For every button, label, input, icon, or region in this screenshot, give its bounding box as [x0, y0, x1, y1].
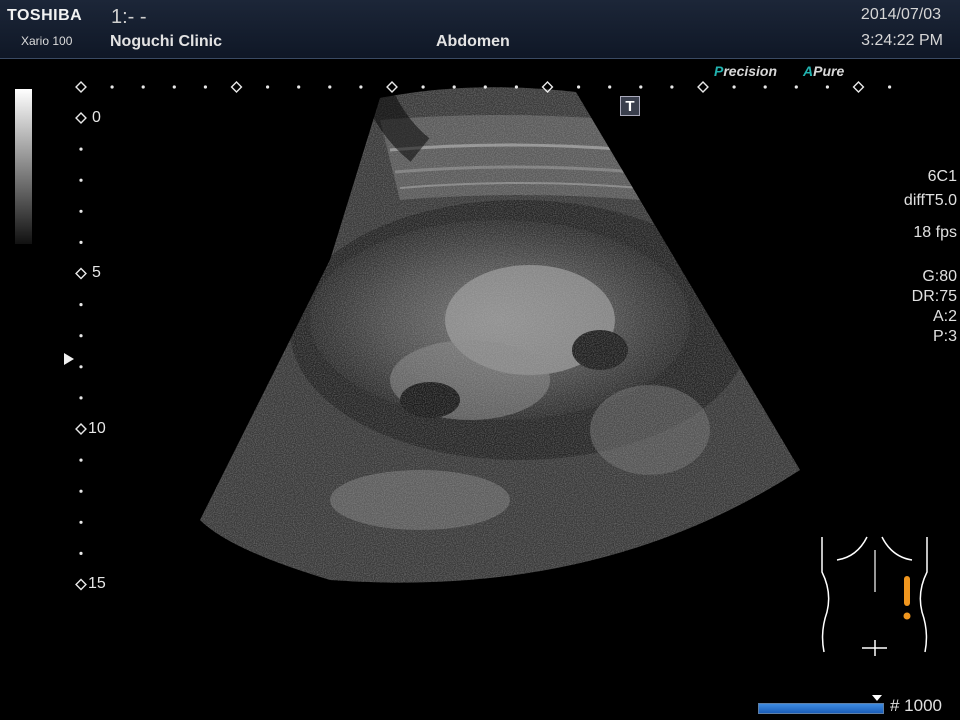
depth-label-15: 15	[88, 575, 106, 592]
probe-name: 6C1	[927, 168, 957, 185]
precision-rest: recision	[723, 63, 778, 79]
cine-position-marker[interactable]	[872, 695, 882, 701]
depth-label-0: 0	[92, 109, 101, 126]
imaging-parameters: 6C1 diffT5.0 18 fps G:80 DR:75 A:2 P:3	[904, 167, 957, 347]
trackball-mode-button[interactable]: T	[620, 96, 640, 116]
frame-counter: # 1000	[890, 696, 942, 715]
probe-position-indicator	[904, 576, 910, 606]
depth-label-5: 5	[92, 264, 101, 281]
abdomen-bodymark-icon	[821, 536, 928, 656]
p-value: P:3	[932, 328, 957, 345]
a-value: A:2	[932, 308, 957, 325]
gain-value: G:80	[922, 268, 957, 285]
apure-badge: APure	[803, 63, 844, 79]
depth-label-10: 10	[88, 420, 106, 437]
dynamic-range-value: DR:75	[911, 288, 957, 305]
frame-rate: 18 fps	[913, 224, 957, 241]
apure-rest: Pure	[813, 63, 845, 79]
preset-name: diffT5.0	[903, 192, 957, 209]
precision-initial: P	[714, 63, 724, 79]
cine-progress-bar[interactable]	[758, 703, 884, 714]
focus-marker-icon[interactable]	[64, 353, 74, 365]
precision-badge: Precision	[714, 63, 777, 79]
apure-initial: A	[803, 63, 814, 79]
grayscale-bar	[15, 89, 32, 244]
